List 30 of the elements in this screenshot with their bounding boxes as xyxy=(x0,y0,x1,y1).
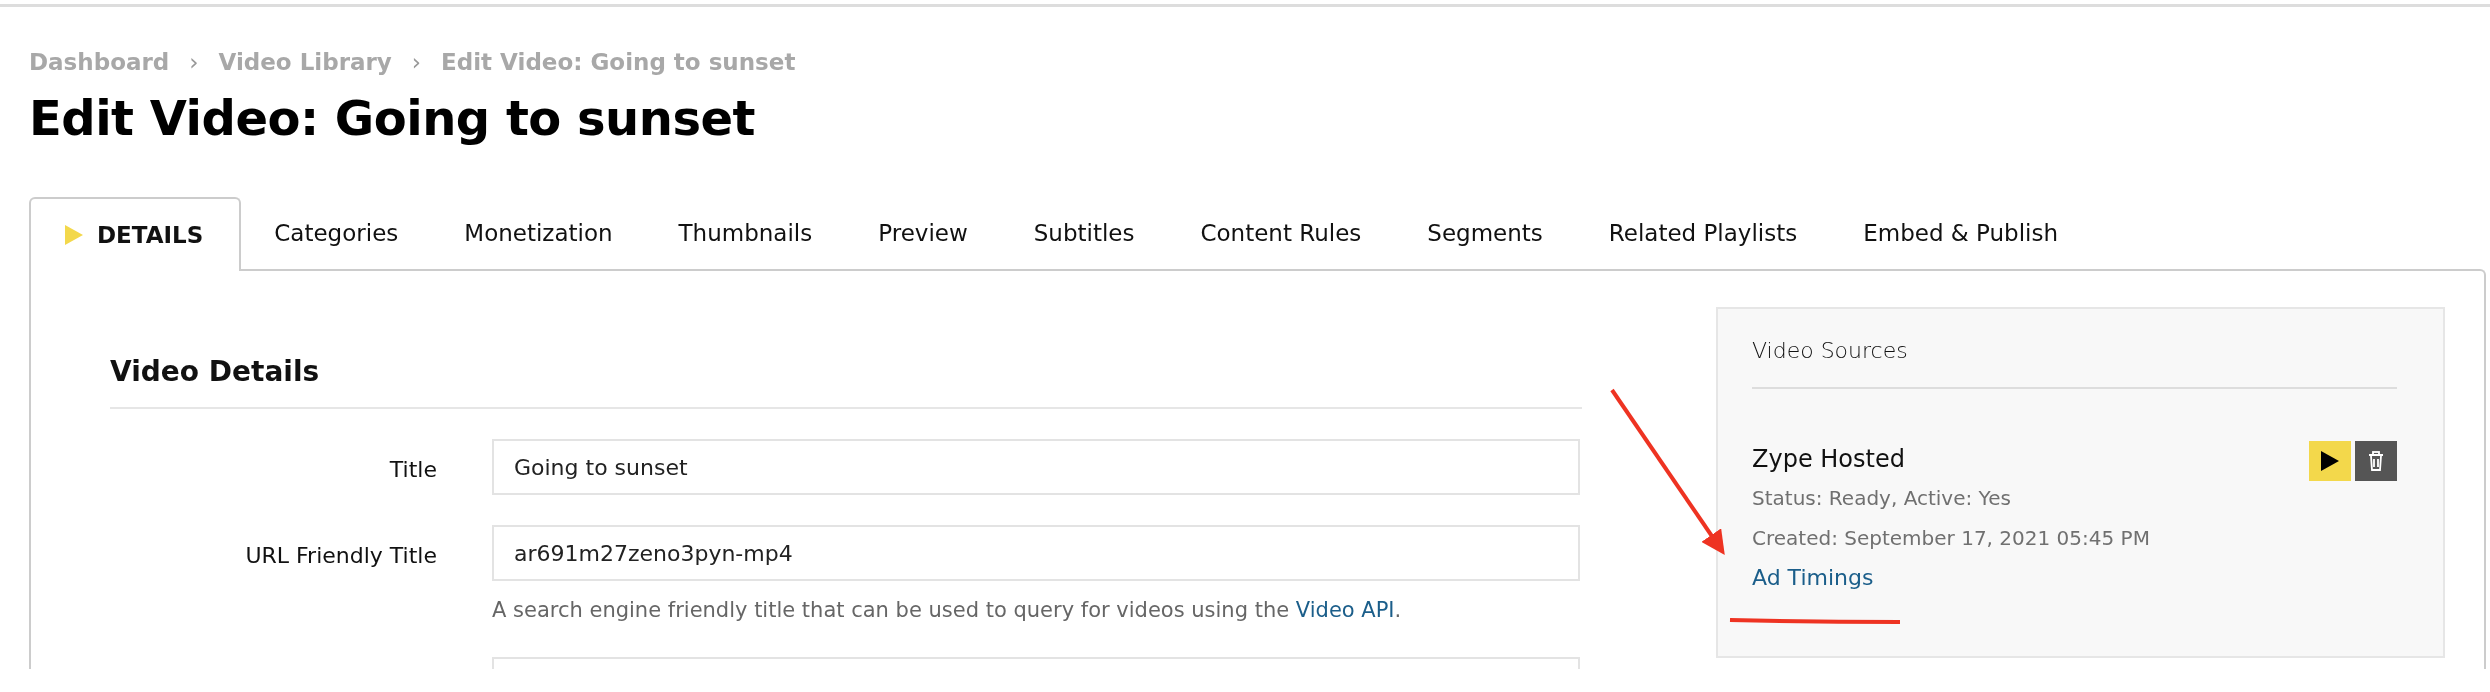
tab[interactable]: Categories xyxy=(241,195,432,270)
tab[interactable]: Embed & Publish xyxy=(1830,195,2092,270)
field-label: Title xyxy=(389,456,437,485)
play-button[interactable] xyxy=(2309,441,2351,482)
text-field[interactable]: Going to sunset xyxy=(492,439,1580,496)
api-link[interactable]: Video API xyxy=(1295,598,1395,623)
breadcrumb-separator: › xyxy=(189,48,199,77)
tab[interactable]: Thumbnails xyxy=(645,195,846,270)
field-label: URL Friendly Title xyxy=(245,542,437,571)
tab[interactable]: Preview xyxy=(845,195,1001,270)
tab[interactable]: Monetization xyxy=(431,195,646,270)
source-created: Created: September 17, 2021 05:45 PM xyxy=(1752,525,2151,553)
tab[interactable]: Subtitles xyxy=(1000,195,1168,270)
trash-icon xyxy=(2368,451,2384,472)
source-status: Status: Ready, Active: Yes xyxy=(1752,485,2012,513)
tab[interactable]: Content Rules xyxy=(1167,195,1395,270)
source-name: Zype Hosted xyxy=(1752,444,1905,476)
delete-button[interactable] xyxy=(2355,441,2397,482)
triangle-icon xyxy=(65,225,83,246)
help-text: A search engine friendly title that can be used to query for videos using the Video API. xyxy=(492,597,1403,625)
page-title: Edit Video: Going to sunset xyxy=(29,89,756,148)
card-heading: Video Sources xyxy=(1752,334,2397,390)
breadcrumb-separator: › xyxy=(411,48,422,77)
ad-timings-link[interactable]: Ad Timings xyxy=(1752,561,1874,595)
text-field[interactable]: ar691m27zeno3pyn-mp4 xyxy=(492,525,1580,582)
tab[interactable]: Related Playlists xyxy=(1575,195,1831,270)
section-heading: Video Details xyxy=(110,351,1582,410)
tab[interactable]: DETAILS xyxy=(29,197,242,272)
tab[interactable]: Segments xyxy=(1394,195,1576,270)
play-icon xyxy=(2321,451,2339,472)
